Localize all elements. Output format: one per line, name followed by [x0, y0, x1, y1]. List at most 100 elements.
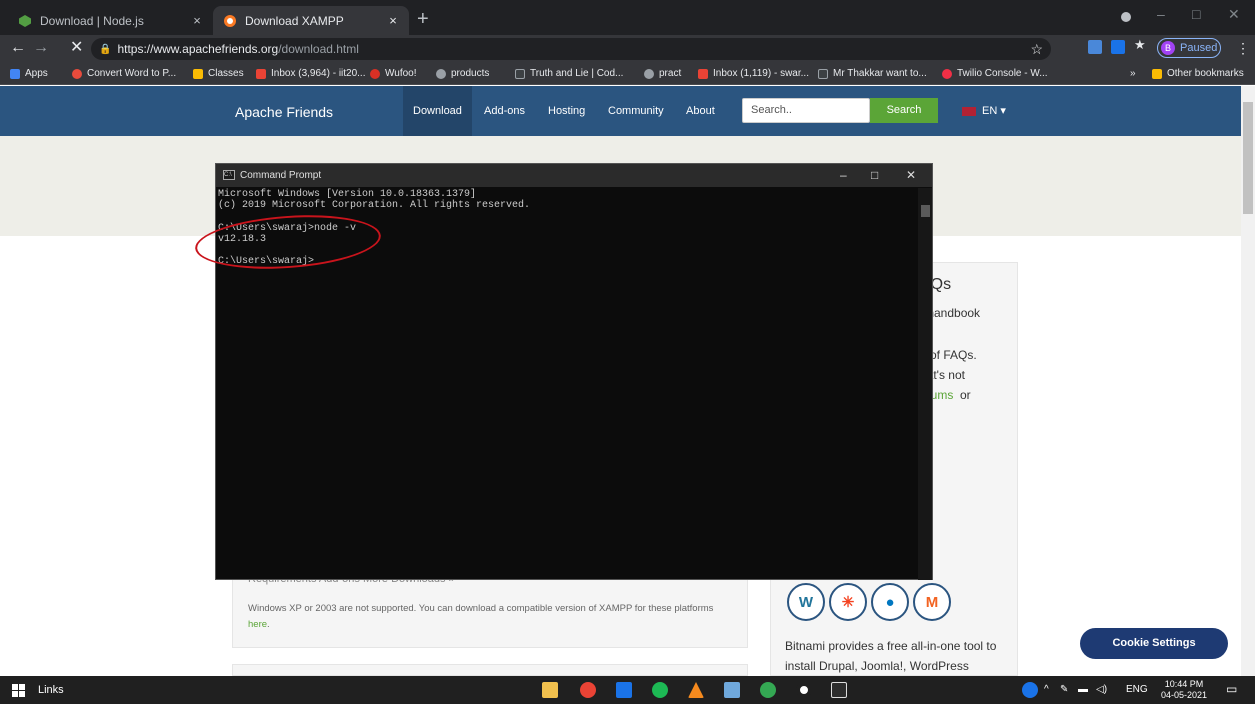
extension-icon[interactable]	[1088, 40, 1102, 54]
gmail-icon	[698, 68, 708, 79]
cmd-scrollbar-thumb[interactable]	[921, 205, 930, 217]
bookmark-classes[interactable]: Classes	[193, 66, 244, 81]
bookmark-label: Inbox (3,964) - iit20...	[271, 68, 366, 79]
nav-about[interactable]: About	[676, 86, 725, 136]
obs-icon[interactable]	[796, 682, 812, 698]
bookmark-other[interactable]: Other bookmarks	[1152, 66, 1244, 81]
close-tab-icon[interactable]: ×	[187, 13, 207, 28]
bookmark-label: pract	[659, 68, 682, 79]
gmail-icon	[256, 68, 266, 79]
cmd-taskbar-icon[interactable]	[831, 682, 847, 698]
cmd-title-bar[interactable]: C:\ Command Prompt – □ ✕	[216, 164, 932, 187]
browser-tab-strip: Download | Node.js × Download XAMPP × + …	[0, 0, 1255, 35]
wufoo-icon	[370, 68, 380, 79]
maximize-button[interactable]: □	[1192, 6, 1200, 22]
bookmark-label: products	[451, 68, 490, 79]
chrome-profile-icon[interactable]	[760, 682, 776, 698]
file-explorer-icon[interactable]	[542, 682, 558, 698]
cmd-maximize-button[interactable]: □	[871, 168, 878, 182]
back-button[interactable]: ←	[10, 39, 26, 57]
bookmark-apps[interactable]: Apps	[10, 66, 48, 81]
globe-icon	[436, 68, 446, 79]
system-clock[interactable]: 10:44 PM 04-05-2021	[1161, 679, 1207, 701]
bookmark-convert-word[interactable]: Convert Word to P...	[72, 66, 176, 81]
tab-xampp[interactable]: Download XAMPP ×	[213, 6, 409, 35]
trello-extension-icon[interactable]	[1111, 40, 1125, 54]
site-navbar: Apache Friends Download Add-ons Hosting …	[0, 86, 1241, 136]
minimize-button[interactable]: –	[1157, 6, 1165, 22]
windows-start-icon[interactable]	[12, 684, 25, 697]
bookmark-label: Convert Word to P...	[87, 68, 177, 79]
bookmark-wufoo[interactable]: Wufoo!	[370, 66, 417, 81]
bookmark-pract[interactable]: pract	[644, 66, 681, 81]
notes-icon[interactable]	[724, 682, 740, 698]
forward-button[interactable]: →	[33, 39, 49, 57]
drupal-icon[interactable]: ●	[871, 583, 909, 621]
bitnami-text: Bitnami provides a free all-in-one tool …	[785, 639, 997, 673]
battery-icon[interactable]: ▬	[1078, 684, 1088, 695]
lock-icon: 🔒	[99, 43, 112, 55]
taskbar-links[interactable]: Links	[38, 684, 64, 696]
classroom-icon	[193, 68, 203, 79]
bookmark-label: Other bookmarks	[1167, 68, 1244, 79]
bookmarks-bar: Apps Convert Word to P... Classes Inbox …	[0, 62, 1255, 85]
bookmark-mr-thakkar[interactable]: Mr Thakkar want to...	[818, 66, 927, 81]
site-brand[interactable]: Apache Friends	[235, 104, 333, 120]
cmd-close-button[interactable]: ✕	[906, 168, 916, 182]
search-button[interactable]: Search	[870, 98, 938, 123]
spotify-icon[interactable]	[652, 682, 668, 698]
trello-icon[interactable]	[616, 682, 632, 698]
notifications-icon[interactable]: ▭	[1226, 682, 1237, 696]
address-bar[interactable]: 🔒 https://www.apachefriends.org/download…	[91, 38, 1051, 60]
bookmark-inbox-iit[interactable]: Inbox (3,964) - iit20...	[256, 66, 366, 81]
bookmark-star-icon[interactable]: ☆	[1030, 41, 1043, 58]
magento-icon[interactable]: M	[913, 583, 951, 621]
stop-loading-button[interactable]: ✕	[70, 39, 83, 57]
pen-icon[interactable]: ✎	[1060, 684, 1068, 695]
console-line: Microsoft Windows [Version 10.0.18363.13…	[218, 189, 477, 200]
recording-indicator-icon	[1121, 12, 1131, 22]
wordpress-icon[interactable]: W	[787, 583, 825, 621]
bookmark-products[interactable]: products	[436, 66, 489, 81]
tab-title: Download | Node.js	[40, 13, 144, 28]
extensions-puzzle-icon[interactable]: ★	[1134, 37, 1148, 52]
new-tab-button[interactable]: +	[417, 9, 429, 29]
bookmark-label: Inbox (1,119) - swar...	[713, 68, 809, 79]
codechef-icon	[515, 68, 525, 79]
joomla-icon[interactable]: ✳	[829, 583, 867, 621]
nav-community[interactable]: Community	[598, 86, 674, 136]
bookmark-inbox-swar[interactable]: Inbox (1,119) - swar...	[698, 66, 809, 81]
clock-time: 10:44 PM	[1164, 679, 1204, 689]
volume-icon[interactable]: ◁)	[1096, 684, 1107, 695]
platforms-here-link[interactable]: here	[248, 619, 267, 630]
download-card	[232, 664, 748, 676]
input-language[interactable]: ENG	[1126, 684, 1148, 695]
close-window-button[interactable]: ✕	[1228, 6, 1240, 23]
search-input[interactable]: Search..	[742, 98, 870, 123]
xampp-icon	[224, 14, 236, 27]
more-menu-icon[interactable]: ⋮	[1236, 40, 1250, 57]
bookmark-twilio[interactable]: Twilio Console - W...	[942, 66, 1048, 81]
bookmarks-overflow-button[interactable]: »	[1130, 66, 1136, 81]
vlc-icon[interactable]	[688, 682, 704, 698]
page-scrollbar-thumb[interactable]	[1243, 102, 1253, 214]
cookie-settings-button[interactable]: Cookie Settings	[1080, 628, 1228, 659]
profile-button[interactable]: B Paused	[1157, 38, 1221, 58]
platform-note: Windows XP or 2003 are not supported. Yo…	[248, 603, 714, 630]
cmd-minimize-button[interactable]: –	[840, 168, 847, 182]
nodejs-icon	[19, 14, 31, 27]
nav-addons[interactable]: Add-ons	[474, 86, 535, 136]
close-tab-icon[interactable]: ×	[383, 13, 403, 28]
tray-chevron-icon[interactable]: ^	[1044, 684, 1049, 695]
avatar: B	[1161, 41, 1175, 55]
nav-hosting[interactable]: Hosting	[538, 86, 595, 136]
chrome-icon[interactable]	[580, 682, 596, 698]
language-selector[interactable]: EN ▾	[962, 104, 1006, 117]
nav-download[interactable]: Download	[403, 86, 472, 136]
tab-nodejs[interactable]: Download | Node.js ×	[8, 6, 213, 35]
bookmark-truth-and-lie[interactable]: Truth and Lie | Cod...	[515, 66, 623, 81]
bookmark-label: Truth and Lie | Cod...	[530, 68, 624, 79]
cmd-scrollbar[interactable]	[918, 188, 932, 580]
note-text: Windows XP or 2003 are not supported. Yo…	[248, 603, 714, 614]
help-icon[interactable]	[1022, 682, 1038, 698]
